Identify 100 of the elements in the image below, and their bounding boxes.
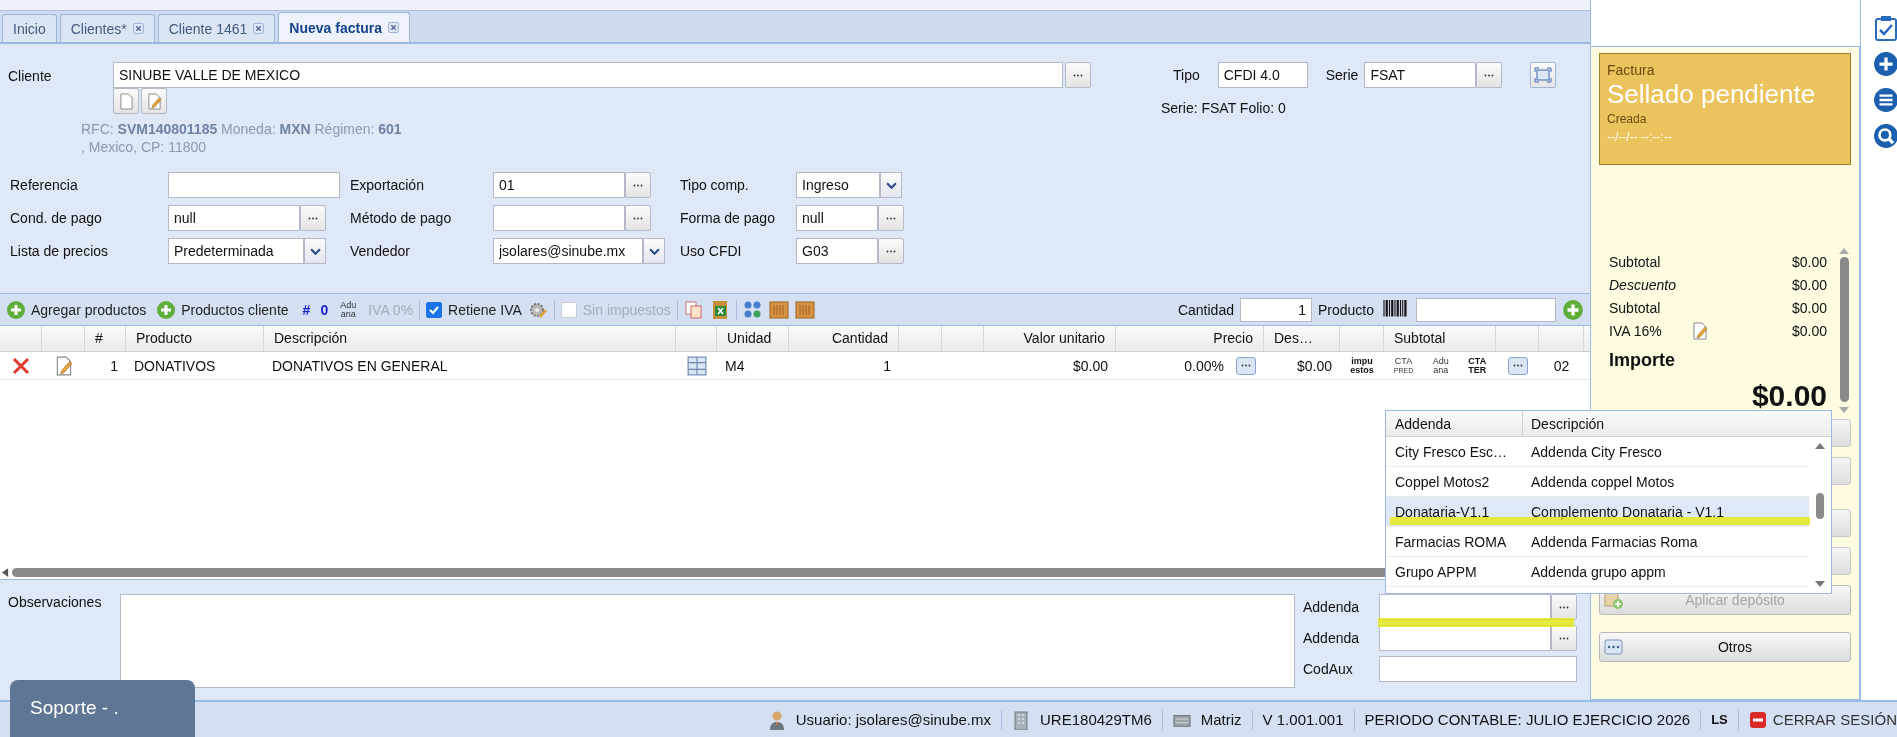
column-header[interactable]: Cantidad bbox=[789, 326, 899, 351]
more-button[interactable] bbox=[625, 205, 651, 231]
scrollbar-thumb[interactable] bbox=[1816, 493, 1824, 519]
input-field[interactable] bbox=[1379, 656, 1577, 682]
input-field[interactable]: G03 bbox=[796, 238, 878, 264]
input-field[interactable]: null bbox=[168, 205, 300, 231]
input-field[interactable] bbox=[1379, 594, 1551, 620]
client-field[interactable]: SINUBE VALLE DE MEXICO bbox=[113, 62, 1063, 88]
tab[interactable]: Clientes* bbox=[59, 14, 155, 42]
add-icon[interactable] bbox=[1562, 298, 1584, 321]
panel-action-button[interactable]: Otros bbox=[1599, 632, 1851, 662]
dots-icon bbox=[886, 216, 896, 220]
list-icon[interactable] bbox=[1873, 87, 1897, 113]
more-button[interactable] bbox=[1507, 356, 1528, 375]
more-button[interactable] bbox=[625, 172, 651, 198]
tab[interactable]: Nueva factura bbox=[278, 12, 410, 42]
column-header[interactable]: Des… bbox=[1264, 326, 1340, 351]
new-document-button[interactable] bbox=[113, 88, 139, 114]
serie-field[interactable]: FSAT bbox=[1364, 62, 1477, 88]
search-icon[interactable] bbox=[1873, 123, 1897, 149]
close-icon[interactable] bbox=[253, 23, 265, 34]
input-field[interactable]: 01 bbox=[493, 172, 625, 198]
table-cell: DONATIVOS bbox=[134, 357, 216, 374]
column-header[interactable]: # bbox=[85, 326, 126, 351]
add-products-button[interactable]: Agregar productos bbox=[6, 299, 151, 320]
input-field[interactable]: Ingreso bbox=[796, 172, 880, 198]
column-header[interactable]: Precio bbox=[1116, 326, 1264, 351]
more-button[interactable] bbox=[1236, 356, 1256, 375]
column-header[interactable]: Subtotal bbox=[1384, 326, 1496, 351]
scroll-left-icon[interactable] bbox=[2, 568, 9, 577]
caret-icon bbox=[885, 181, 897, 189]
scroll-up-icon[interactable] bbox=[1839, 248, 1849, 254]
tab[interactable]: Cliente 1461 bbox=[157, 14, 276, 42]
box-icon[interactable] bbox=[768, 299, 789, 320]
input-field[interactable]: Predeterminada bbox=[168, 238, 304, 264]
dropdown-button[interactable] bbox=[643, 238, 665, 264]
column-header[interactable]: Unidad bbox=[717, 326, 789, 351]
document-type: Factura bbox=[1607, 62, 1656, 78]
field-label: Cliente bbox=[8, 67, 53, 84]
field-label: Referencia bbox=[9, 177, 79, 193]
total-label: Subtotal bbox=[1609, 253, 1661, 270]
delete-icon[interactable] bbox=[11, 355, 31, 376]
scroll-up-icon[interactable] bbox=[1815, 443, 1825, 449]
dots-icon bbox=[1241, 364, 1251, 367]
input-field[interactable]: null bbox=[796, 205, 878, 231]
customs-icon[interactable]: Adu ana bbox=[1432, 356, 1449, 375]
add-icon[interactable] bbox=[1873, 51, 1897, 77]
more-button[interactable] bbox=[878, 238, 904, 264]
input-field[interactable] bbox=[168, 172, 340, 198]
taxes-icon[interactable]: impu estos bbox=[1350, 356, 1374, 375]
edit-button[interactable] bbox=[141, 88, 167, 114]
input-field[interactable]: jsolares@sinube.mx bbox=[493, 238, 643, 264]
dropdown-row[interactable]: Grupo APPM Addenda grupo appm bbox=[1386, 557, 1809, 587]
product-field[interactable] bbox=[1416, 297, 1556, 322]
column-header[interactable]: Descripción bbox=[264, 326, 676, 351]
more-button[interactable] bbox=[1551, 594, 1577, 620]
more-button[interactable] bbox=[1476, 62, 1503, 88]
dropdown-row[interactable]: City Fresco Esc… Addenda City Fresco bbox=[1386, 437, 1809, 467]
logout-button[interactable]: CERRAR SESIÓN bbox=[1748, 709, 1897, 730]
table-cell: 02 bbox=[1553, 357, 1570, 374]
dropdown-button[interactable] bbox=[880, 172, 902, 198]
dropdown-button[interactable] bbox=[304, 238, 326, 264]
field-label: Lista de precios bbox=[9, 243, 110, 259]
quantity-field[interactable]: 1 bbox=[1239, 297, 1312, 322]
clipboard-check-icon[interactable] bbox=[1873, 15, 1897, 41]
minus-icon bbox=[1748, 709, 1767, 730]
close-icon[interactable] bbox=[132, 23, 144, 34]
expand-button[interactable] bbox=[1530, 62, 1557, 88]
observations-field[interactable] bbox=[120, 594, 1295, 688]
close-icon[interactable] bbox=[387, 22, 399, 33]
tipo-field[interactable]: CFDI 4.0 bbox=[1217, 62, 1308, 88]
version-text: V 1.001.001 bbox=[1262, 711, 1344, 728]
field-label: Uso CFDI bbox=[679, 243, 743, 259]
grid-icon[interactable] bbox=[686, 355, 707, 376]
more-button[interactable] bbox=[878, 205, 904, 231]
period-text: PERIODO CONTABLE: JULIO EJERCICIO 2026 bbox=[1364, 711, 1691, 728]
more-button[interactable] bbox=[1065, 62, 1091, 88]
retiene-iva-checkbox[interactable]: Retiene IVA bbox=[426, 301, 522, 318]
copy-icon[interactable] bbox=[683, 299, 704, 320]
group-icon[interactable] bbox=[742, 299, 763, 320]
dots-icon bbox=[886, 249, 896, 253]
account-icon[interactable]: CTA TER bbox=[1468, 356, 1487, 375]
input-field[interactable] bbox=[493, 205, 625, 231]
scroll-down-icon[interactable] bbox=[1815, 581, 1825, 587]
customs-icon[interactable]: Adu ana bbox=[340, 300, 357, 319]
more-button[interactable] bbox=[1551, 625, 1577, 651]
edit-icon[interactable] bbox=[1691, 321, 1708, 340]
more-button[interactable] bbox=[300, 205, 326, 231]
column-header[interactable]: Valor unitario bbox=[984, 326, 1116, 351]
scroll-down-icon[interactable] bbox=[1839, 407, 1849, 413]
column-header[interactable]: Producto bbox=[126, 326, 264, 351]
box-icon[interactable] bbox=[794, 299, 815, 320]
dropdown-row[interactable]: Farmacias ROMA Addenda Farmacias Roma bbox=[1386, 527, 1809, 557]
column-header[interactable]: Addenda bbox=[1386, 411, 1523, 436]
column-header[interactable]: Descripción bbox=[1523, 415, 1605, 432]
tab[interactable]: Inicio bbox=[2, 14, 57, 42]
client-products-button[interactable]: Productos cliente bbox=[156, 299, 293, 320]
support-tab[interactable]: Soporte - . bbox=[10, 680, 195, 737]
input-field[interactable] bbox=[1379, 625, 1551, 651]
scrollbar-thumb[interactable] bbox=[1839, 257, 1849, 402]
